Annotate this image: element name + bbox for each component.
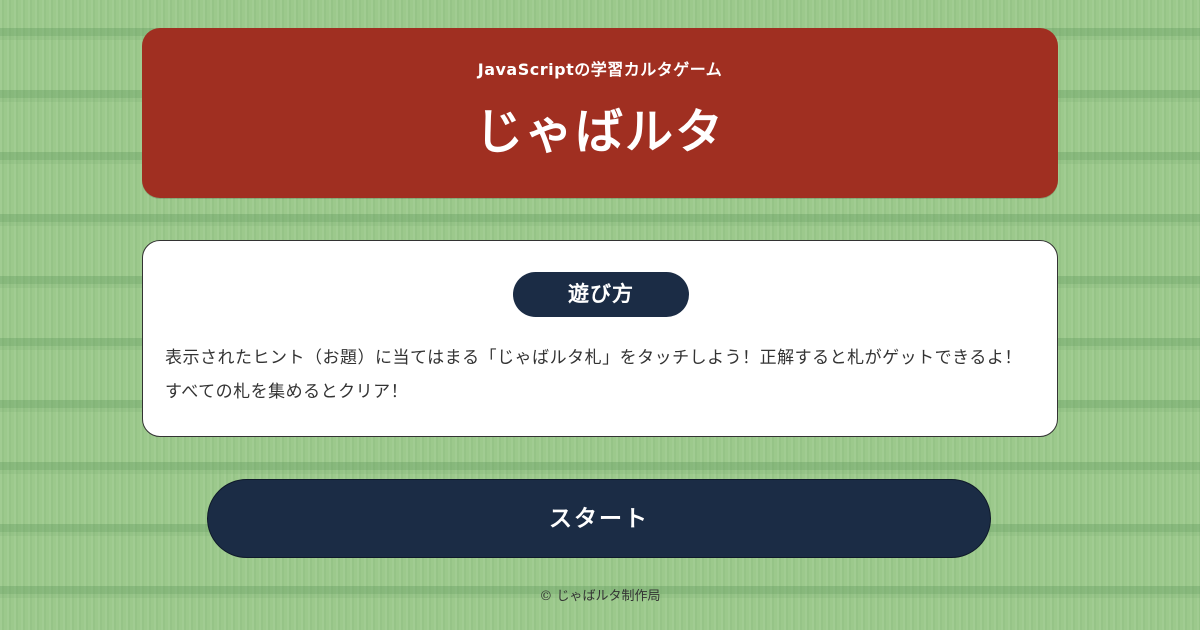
start-button[interactable]: スタート xyxy=(207,479,991,558)
game-subtitle: JavaScriptの学習カルタゲーム xyxy=(477,60,723,79)
copyright-footer: © じゃばルタ制作局 xyxy=(539,589,661,604)
title-banner: JavaScriptの学習カルタゲーム じゃばルタ xyxy=(142,28,1058,198)
how-to-play-card: 遊び方 表示されたヒント（お題）に当てはまる「じゃばルタ札」をタッチしよう！正解… xyxy=(142,240,1058,437)
game-title: じゃばルタ xyxy=(474,104,725,160)
how-to-play-description: 表示されたヒント（お題）に当てはまる「じゃばルタ札」をタッチしよう！正解すると札… xyxy=(165,348,1022,402)
how-to-play-heading: 遊び方 xyxy=(513,272,689,317)
